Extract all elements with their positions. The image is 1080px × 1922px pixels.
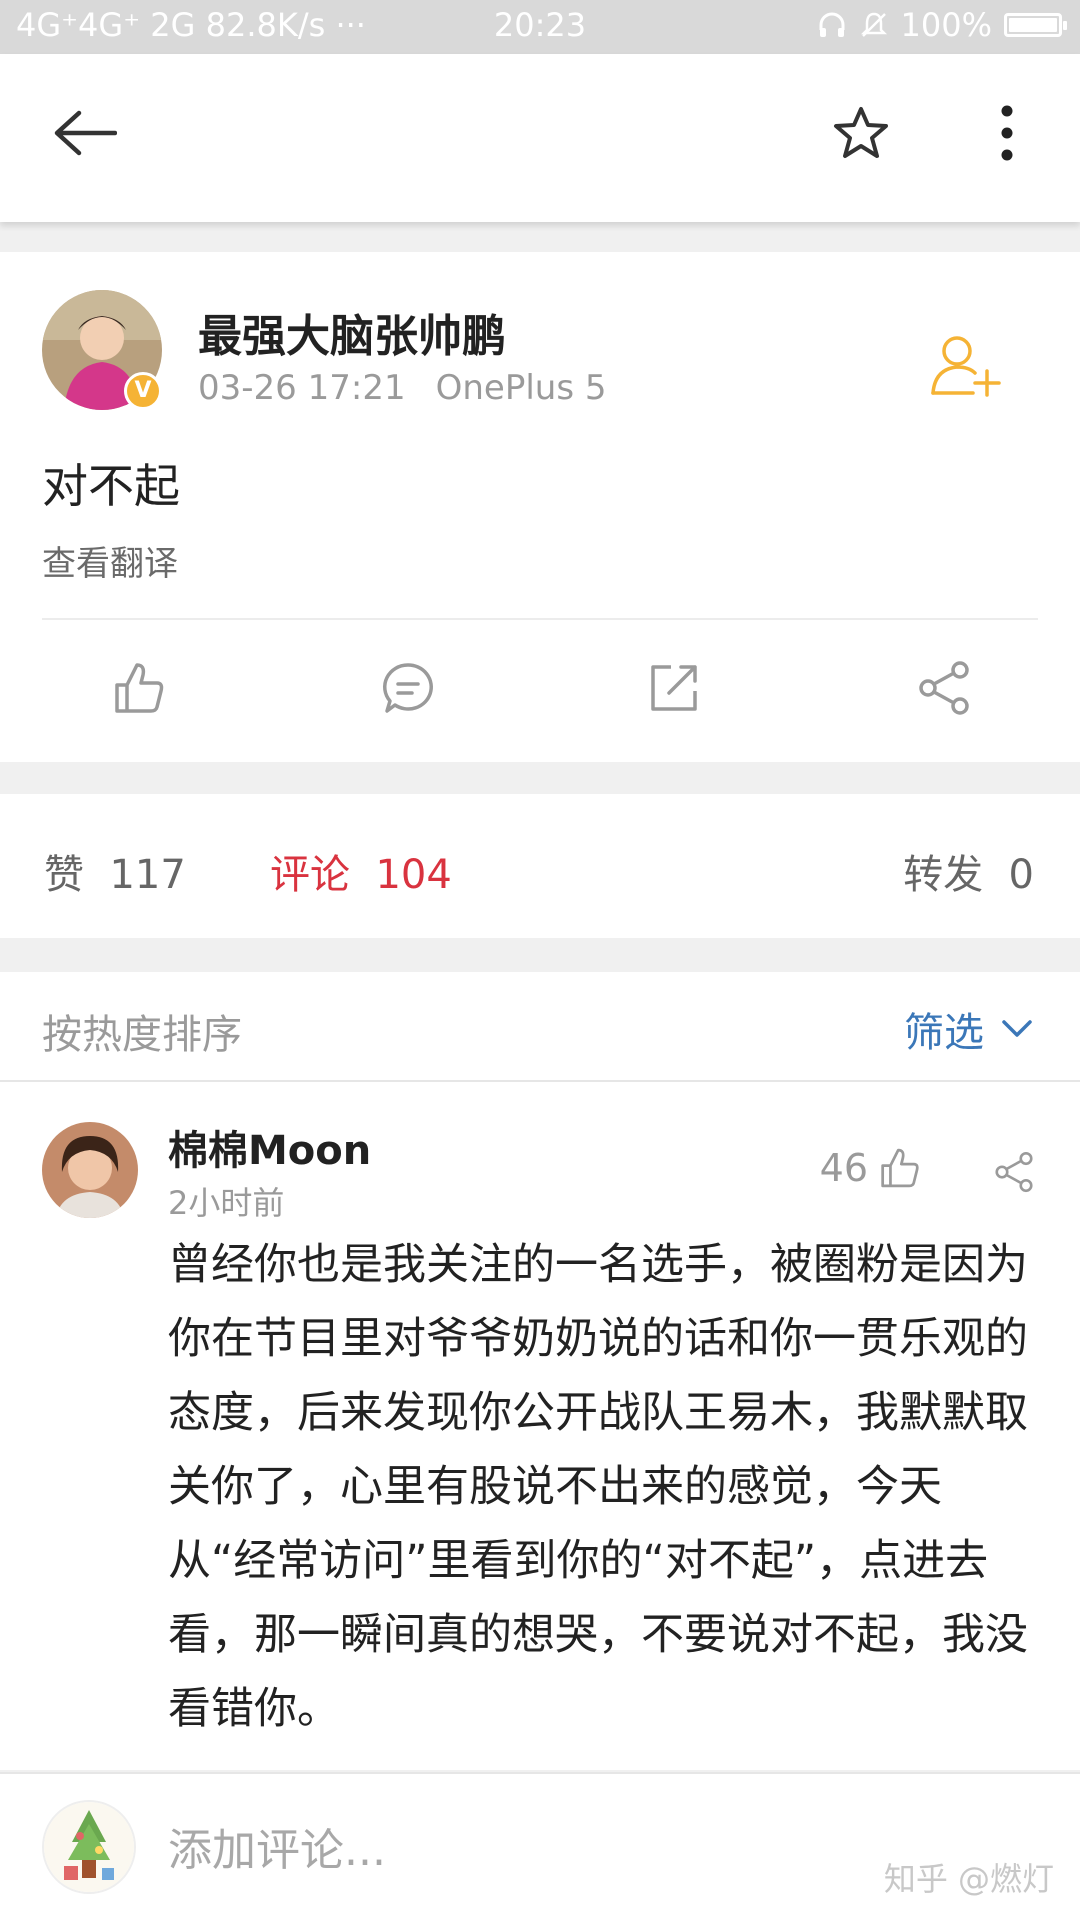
post-text: 对不起 — [42, 459, 180, 513]
more-vertical-icon[interactable] — [962, 88, 1052, 178]
comments-value: 104 — [375, 852, 452, 898]
star-icon[interactable] — [816, 88, 906, 178]
comment-time: 2小时前 — [168, 1184, 285, 1222]
likes-count[interactable]: 赞 117 — [44, 842, 186, 900]
translate-link[interactable]: 查看翻译 — [42, 536, 178, 585]
verified-badge: V — [124, 372, 162, 410]
my-avatar[interactable] — [42, 1800, 136, 1894]
share-icon[interactable] — [902, 646, 986, 730]
commenter-avatar[interactable] — [42, 1122, 138, 1218]
sort-by-hot-button[interactable]: 按热度排序 — [42, 1002, 242, 1060]
commenter-name[interactable]: 棉棉Moon — [168, 1118, 371, 1176]
mute-bell-icon — [860, 12, 887, 37]
comment-icon[interactable] — [366, 646, 450, 730]
filter-label: 筛选 — [904, 1010, 984, 1056]
comments-label: 评论 — [270, 852, 350, 898]
status-bar: 4G⁺4G⁺ 2G 82.8K/s ··· 20:23 100% — [0, 0, 1080, 54]
back-arrow-icon[interactable] — [40, 88, 130, 178]
follow-user-icon[interactable] — [920, 320, 1010, 410]
post-divider — [42, 618, 1038, 620]
comments-count[interactable]: 评论 104 — [270, 842, 452, 900]
comment-like-count: 46 — [819, 1146, 868, 1190]
post-device: OnePlus 5 — [435, 368, 607, 408]
filter-button[interactable]: 筛选 — [904, 1000, 1032, 1058]
post-date: 03-26 17:21 — [198, 368, 406, 408]
reposts-value: 0 — [1008, 852, 1034, 898]
like-icon — [881, 1148, 919, 1188]
comment-text: 曾经你也是我关注的一名选手，被圈粉是因为你在节目里对爷爷奶奶说的话和你一贯乐观的… — [168, 1240, 1028, 1734]
battery-icon — [1004, 13, 1067, 37]
reposts-label: 转发 — [903, 852, 984, 898]
post-meta: 03-26 17:21 OnePlus 5 — [198, 368, 606, 408]
repost-icon[interactable] — [632, 646, 716, 730]
likes-label: 赞 — [44, 852, 84, 898]
author-name[interactable]: 最强大脑张帅鹏 — [198, 300, 506, 364]
top-nav-bar — [0, 54, 1080, 222]
status-icons: 100% — [817, 6, 1067, 44]
likes-value: 117 — [109, 852, 186, 898]
add-comment-input[interactable]: 添加评论... — [168, 1814, 386, 1878]
comment-like-button[interactable]: 46 — [820, 1146, 920, 1190]
reposts-count[interactable]: 转发 0 — [903, 842, 1034, 900]
chevron-down-icon — [1002, 1020, 1032, 1037]
headphone-icon — [819, 12, 845, 37]
watermark: 知乎 @燃灯 — [883, 1860, 1054, 1898]
comment-share-icon[interactable] — [984, 1142, 1044, 1202]
like-icon[interactable] — [96, 646, 180, 730]
battery-percent: 100% — [900, 6, 992, 44]
